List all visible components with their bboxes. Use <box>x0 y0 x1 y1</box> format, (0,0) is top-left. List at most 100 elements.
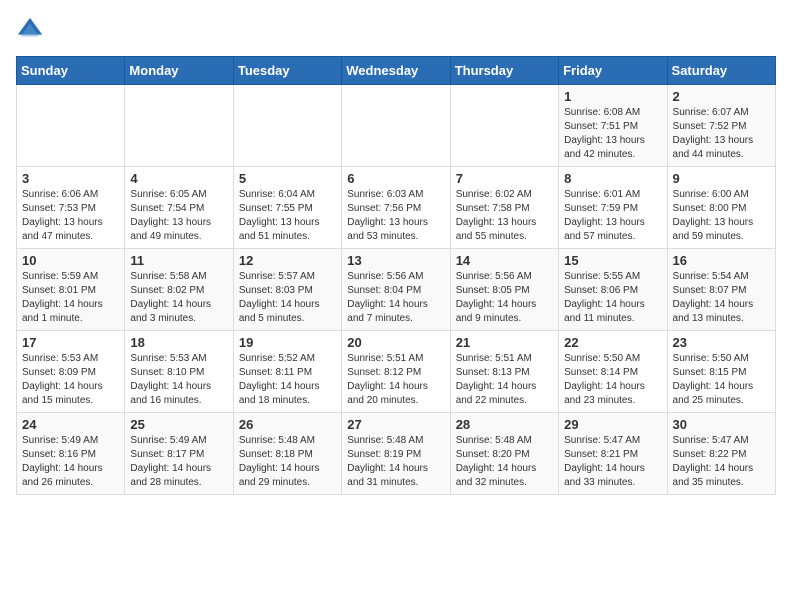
calendar-cell: 28 Sunrise: 5:48 AM Sunset: 8:20 PM Dayli… <box>450 413 558 495</box>
day-number: 27 <box>347 417 444 432</box>
day-info: Sunrise: 6:03 AM Sunset: 7:56 PM Dayligh… <box>347 188 444 244</box>
day-info: Sunrise: 6:07 AM Sunset: 7:52 PM Dayligh… <box>673 106 770 162</box>
calendar-cell: 15 Sunrise: 5:55 AM Sunset: 8:06 PM Dayli… <box>559 249 667 331</box>
day-number: 28 <box>456 417 553 432</box>
day-number: 18 <box>130 335 227 350</box>
day-info: Sunrise: 5:48 AM Sunset: 8:19 PM Dayligh… <box>347 434 444 490</box>
day-number: 19 <box>239 335 336 350</box>
calendar-cell: 4 Sunrise: 6:05 AM Sunset: 7:54 PM Daylig… <box>125 167 233 249</box>
day-number: 14 <box>456 253 553 268</box>
calendar-cell: 9 Sunrise: 6:00 AM Sunset: 8:00 PM Daylig… <box>667 167 775 249</box>
logo-icon <box>16 16 44 44</box>
calendar-cell: 25 Sunrise: 5:49 AM Sunset: 8:17 PM Dayli… <box>125 413 233 495</box>
day-number: 9 <box>673 171 770 186</box>
day-number: 30 <box>673 417 770 432</box>
dow-header: Thursday <box>450 57 558 85</box>
day-info: Sunrise: 6:05 AM Sunset: 7:54 PM Dayligh… <box>130 188 227 244</box>
calendar-cell: 29 Sunrise: 5:47 AM Sunset: 8:21 PM Dayli… <box>559 413 667 495</box>
day-number: 29 <box>564 417 661 432</box>
calendar-cell: 5 Sunrise: 6:04 AM Sunset: 7:55 PM Daylig… <box>233 167 341 249</box>
day-info: Sunrise: 6:04 AM Sunset: 7:55 PM Dayligh… <box>239 188 336 244</box>
day-number: 20 <box>347 335 444 350</box>
calendar-cell: 30 Sunrise: 5:47 AM Sunset: 8:22 PM Dayli… <box>667 413 775 495</box>
day-number: 7 <box>456 171 553 186</box>
calendar-cell: 2 Sunrise: 6:07 AM Sunset: 7:52 PM Daylig… <box>667 85 775 167</box>
day-number: 6 <box>347 171 444 186</box>
calendar-table: SundayMondayTuesdayWednesdayThursdayFrid… <box>16 56 776 495</box>
calendar-cell: 8 Sunrise: 6:01 AM Sunset: 7:59 PM Daylig… <box>559 167 667 249</box>
calendar-cell: 24 Sunrise: 5:49 AM Sunset: 8:16 PM Dayli… <box>17 413 125 495</box>
day-info: Sunrise: 5:48 AM Sunset: 8:20 PM Dayligh… <box>456 434 553 490</box>
day-info: Sunrise: 6:08 AM Sunset: 7:51 PM Dayligh… <box>564 106 661 162</box>
day-info: Sunrise: 5:51 AM Sunset: 8:13 PM Dayligh… <box>456 352 553 408</box>
calendar-cell <box>342 85 450 167</box>
day-info: Sunrise: 5:47 AM Sunset: 8:21 PM Dayligh… <box>564 434 661 490</box>
calendar-cell: 10 Sunrise: 5:59 AM Sunset: 8:01 PM Dayli… <box>17 249 125 331</box>
day-info: Sunrise: 5:49 AM Sunset: 8:17 PM Dayligh… <box>130 434 227 490</box>
day-number: 22 <box>564 335 661 350</box>
dow-header: Saturday <box>667 57 775 85</box>
calendar-cell: 26 Sunrise: 5:48 AM Sunset: 8:18 PM Dayli… <box>233 413 341 495</box>
day-info: Sunrise: 6:00 AM Sunset: 8:00 PM Dayligh… <box>673 188 770 244</box>
day-number: 10 <box>22 253 119 268</box>
day-info: Sunrise: 6:01 AM Sunset: 7:59 PM Dayligh… <box>564 188 661 244</box>
day-info: Sunrise: 5:59 AM Sunset: 8:01 PM Dayligh… <box>22 270 119 326</box>
dow-header: Sunday <box>17 57 125 85</box>
day-info: Sunrise: 6:06 AM Sunset: 7:53 PM Dayligh… <box>22 188 119 244</box>
calendar-cell: 6 Sunrise: 6:03 AM Sunset: 7:56 PM Daylig… <box>342 167 450 249</box>
calendar-cell: 19 Sunrise: 5:52 AM Sunset: 8:11 PM Dayli… <box>233 331 341 413</box>
day-info: Sunrise: 5:50 AM Sunset: 8:15 PM Dayligh… <box>673 352 770 408</box>
calendar-cell: 12 Sunrise: 5:57 AM Sunset: 8:03 PM Dayli… <box>233 249 341 331</box>
day-info: Sunrise: 5:51 AM Sunset: 8:12 PM Dayligh… <box>347 352 444 408</box>
day-number: 24 <box>22 417 119 432</box>
calendar-cell: 13 Sunrise: 5:56 AM Sunset: 8:04 PM Dayli… <box>342 249 450 331</box>
day-info: Sunrise: 5:56 AM Sunset: 8:04 PM Dayligh… <box>347 270 444 326</box>
dow-header: Wednesday <box>342 57 450 85</box>
day-number: 17 <box>22 335 119 350</box>
day-info: Sunrise: 5:55 AM Sunset: 8:06 PM Dayligh… <box>564 270 661 326</box>
dow-header: Friday <box>559 57 667 85</box>
calendar-cell <box>233 85 341 167</box>
header <box>16 16 776 44</box>
dow-header: Tuesday <box>233 57 341 85</box>
calendar-cell <box>450 85 558 167</box>
day-info: Sunrise: 5:53 AM Sunset: 8:10 PM Dayligh… <box>130 352 227 408</box>
day-number: 8 <box>564 171 661 186</box>
day-info: Sunrise: 5:53 AM Sunset: 8:09 PM Dayligh… <box>22 352 119 408</box>
day-number: 12 <box>239 253 336 268</box>
day-number: 23 <box>673 335 770 350</box>
calendar-cell: 23 Sunrise: 5:50 AM Sunset: 8:15 PM Dayli… <box>667 331 775 413</box>
day-info: Sunrise: 6:02 AM Sunset: 7:58 PM Dayligh… <box>456 188 553 244</box>
day-number: 5 <box>239 171 336 186</box>
calendar-cell: 3Sunrise: 6:06 AM Sunset: 7:53 PM Daylig… <box>17 167 125 249</box>
day-number: 16 <box>673 253 770 268</box>
day-info: Sunrise: 5:50 AM Sunset: 8:14 PM Dayligh… <box>564 352 661 408</box>
day-number: 21 <box>456 335 553 350</box>
calendar-cell: 18 Sunrise: 5:53 AM Sunset: 8:10 PM Dayli… <box>125 331 233 413</box>
day-number: 4 <box>130 171 227 186</box>
day-info: Sunrise: 5:52 AM Sunset: 8:11 PM Dayligh… <box>239 352 336 408</box>
calendar-cell <box>17 85 125 167</box>
day-number: 25 <box>130 417 227 432</box>
calendar-cell: 16Sunrise: 5:54 AM Sunset: 8:07 PM Dayli… <box>667 249 775 331</box>
calendar-cell: 22 Sunrise: 5:50 AM Sunset: 8:14 PM Dayli… <box>559 331 667 413</box>
day-number: 1 <box>564 89 661 104</box>
calendar-cell: 7 Sunrise: 6:02 AM Sunset: 7:58 PM Daylig… <box>450 167 558 249</box>
calendar-cell: 27 Sunrise: 5:48 AM Sunset: 8:19 PM Dayli… <box>342 413 450 495</box>
calendar-cell: 1 Sunrise: 6:08 AM Sunset: 7:51 PM Daylig… <box>559 85 667 167</box>
day-info: Sunrise: 5:58 AM Sunset: 8:02 PM Dayligh… <box>130 270 227 326</box>
calendar-cell <box>125 85 233 167</box>
day-info: Sunrise: 5:56 AM Sunset: 8:05 PM Dayligh… <box>456 270 553 326</box>
calendar-cell: 21 Sunrise: 5:51 AM Sunset: 8:13 PM Dayli… <box>450 331 558 413</box>
day-number: 26 <box>239 417 336 432</box>
day-number: 13 <box>347 253 444 268</box>
day-info: Sunrise: 5:48 AM Sunset: 8:18 PM Dayligh… <box>239 434 336 490</box>
day-number: 15 <box>564 253 661 268</box>
calendar-cell: 11 Sunrise: 5:58 AM Sunset: 8:02 PM Dayli… <box>125 249 233 331</box>
day-number: 11 <box>130 253 227 268</box>
day-info: Sunrise: 5:57 AM Sunset: 8:03 PM Dayligh… <box>239 270 336 326</box>
day-info: Sunrise: 5:47 AM Sunset: 8:22 PM Dayligh… <box>673 434 770 490</box>
day-info: Sunrise: 5:49 AM Sunset: 8:16 PM Dayligh… <box>22 434 119 490</box>
calendar-cell: 17 Sunrise: 5:53 AM Sunset: 8:09 PM Dayli… <box>17 331 125 413</box>
day-number: 2 <box>673 89 770 104</box>
